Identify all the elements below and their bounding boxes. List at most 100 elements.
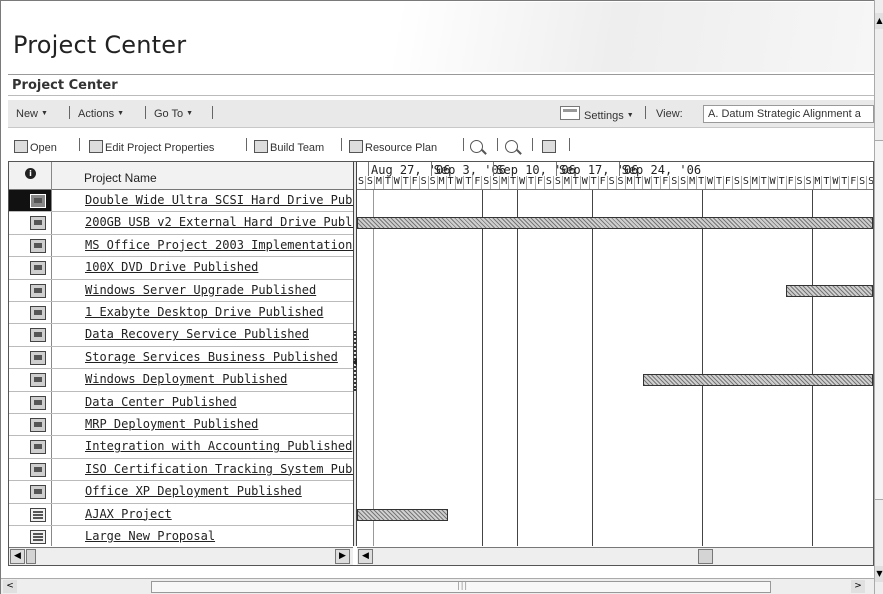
row-indicator-cell[interactable]: [9, 234, 52, 257]
goto-task-button[interactable]: [542, 140, 558, 154]
gantt-gridline: [592, 190, 593, 546]
gantt-horizontal-scrollbar[interactable]: ◀: [357, 547, 873, 565]
row-indicator-cell[interactable]: [9, 391, 52, 413]
scroll-left-icon[interactable]: ◀: [10, 549, 25, 564]
resource-plan-button[interactable]: Resource Plan: [349, 140, 437, 154]
day-label: T: [823, 176, 830, 187]
resource-plan-icon: [349, 140, 363, 153]
row-indicator-cell[interactable]: [9, 436, 52, 458]
day-label: M: [438, 176, 445, 187]
toolbar-divider: [532, 138, 533, 151]
row-indicator-cell[interactable]: [9, 302, 52, 324]
table-row[interactable]: Double Wide Ultra SCSI Hard Drive Publi: [9, 190, 353, 213]
project-name-link[interactable]: Integration with Accounting Published: [85, 439, 352, 453]
day-label: W: [519, 176, 526, 187]
left-scroll-thumb[interactable]: [26, 549, 36, 564]
scroll-left-icon[interactable]: ◀: [358, 549, 373, 564]
row-indicator-cell[interactable]: [9, 369, 52, 391]
open-button[interactable]: Open: [14, 140, 57, 154]
row-indicator-cell[interactable]: [9, 346, 52, 369]
row-indicator-cell[interactable]: [9, 414, 52, 436]
table-row[interactable]: 100X DVD Drive Published: [9, 257, 353, 280]
project-name-link[interactable]: Double Wide Ultra SCSI Hard Drive Publi: [85, 193, 353, 207]
project-name-link[interactable]: Windows Deployment Published: [85, 372, 287, 386]
table-row[interactable]: Windows Server Upgrade Published: [9, 279, 353, 302]
page-vertical-scrollbar[interactable]: ▲ ▼: [874, 0, 883, 594]
table-row[interactable]: Integration with Accounting Published: [9, 436, 353, 459]
table-row[interactable]: AJAX Project: [9, 503, 353, 526]
day-label: F: [599, 176, 606, 187]
page-hscroll-thumb[interactable]: |||: [151, 581, 771, 593]
project-name-link[interactable]: Windows Server Upgrade Published: [85, 283, 316, 297]
project-name-link[interactable]: MS Office Project 2003 Implementation P: [85, 238, 353, 252]
gantt-bar[interactable]: [643, 374, 873, 387]
proposal-icon: [30, 507, 46, 522]
day-label: T: [384, 176, 391, 187]
scroll-right-icon[interactable]: ▶: [335, 549, 350, 564]
project-name-link[interactable]: ISO Certification Tracking System Publis: [85, 462, 353, 476]
goto-menu[interactable]: Go To ▼: [154, 108, 193, 120]
project-name-link[interactable]: 100X DVD Drive Published: [85, 260, 258, 274]
project-name-link[interactable]: 1 Exabyte Desktop Drive Published: [85, 305, 323, 319]
row-indicator-cell[interactable]: [9, 212, 52, 234]
row-indicator-cell[interactable]: [9, 190, 52, 212]
table-row[interactable]: Windows Deployment Published: [9, 369, 353, 392]
view-select[interactable]: A. Datum Strategic Alignment a: [703, 105, 874, 123]
day-label: M: [375, 176, 382, 187]
toolbar-divider: [341, 138, 342, 151]
row-indicator-cell[interactable]: [9, 458, 52, 481]
gantt-bar[interactable]: [357, 508, 448, 521]
table-row[interactable]: Data Recovery Service Published: [9, 324, 353, 347]
zoom-out-button[interactable]: [505, 140, 520, 154]
row-indicator-cell[interactable]: [9, 324, 52, 346]
gantt-bar[interactable]: [357, 217, 873, 230]
scroll-down-icon[interactable]: ▼: [875, 566, 883, 582]
section-title-bar: Project Center: [8, 74, 874, 96]
new-menu[interactable]: New ▼: [16, 108, 48, 120]
table-row[interactable]: Storage Services Business Published: [9, 346, 353, 370]
edit-properties-button[interactable]: Edit Project Properties: [89, 140, 214, 154]
indicator-column-header[interactable]: i: [9, 162, 52, 190]
row-indicator-cell[interactable]: [9, 526, 52, 546]
table-row[interactable]: MRP Deployment Published: [9, 414, 353, 437]
page-horizontal-scrollbar[interactable]: < ||| >: [1, 578, 874, 594]
project-name-link[interactable]: Office XP Deployment Published: [85, 484, 302, 498]
day-label: T: [447, 176, 454, 187]
chevron-down-icon: ▼: [41, 110, 48, 117]
scroll-left-icon[interactable]: <: [3, 580, 17, 593]
scroll-up-icon[interactable]: ▲: [875, 13, 883, 29]
settings-icon[interactable]: [560, 106, 580, 120]
table-row[interactable]: Office XP Deployment Published: [9, 481, 353, 504]
project-name-link[interactable]: MRP Deployment Published: [85, 417, 258, 431]
project-published-icon: [30, 283, 46, 298]
row-indicator-cell[interactable]: [9, 257, 52, 279]
row-indicator-cell[interactable]: [9, 481, 52, 503]
table-row[interactable]: 1 Exabyte Desktop Drive Published: [9, 302, 353, 325]
gantt-scroll-thumb[interactable]: [698, 549, 713, 564]
day-label: T: [590, 176, 597, 187]
project-name-column-header[interactable]: Project Name: [84, 171, 157, 185]
project-name-link[interactable]: 200GB USB v2 External Hard Drive Publis: [85, 215, 353, 229]
project-name-link[interactable]: Large New Proposal: [85, 529, 215, 543]
gantt-bar[interactable]: [786, 284, 873, 297]
project-name-link[interactable]: AJAX Project: [85, 507, 172, 521]
zoom-in-button[interactable]: [470, 140, 485, 154]
settings-menu[interactable]: Settings ▼: [584, 110, 634, 122]
info-icon: i: [25, 168, 36, 179]
left-horizontal-scrollbar[interactable]: ◀ ▶: [9, 547, 353, 565]
scroll-right-icon[interactable]: >: [851, 580, 865, 593]
project-name-link[interactable]: Data Center Published: [85, 395, 237, 409]
table-row[interactable]: Large New Proposal: [9, 526, 353, 546]
day-label: T: [528, 176, 535, 187]
build-team-button[interactable]: Build Team: [254, 140, 324, 154]
row-indicator-cell[interactable]: [9, 279, 52, 301]
project-name-link[interactable]: Data Recovery Service Published: [85, 327, 309, 341]
page-scroll-thumb[interactable]: [875, 140, 883, 500]
row-indicator-cell[interactable]: [9, 503, 52, 525]
actions-menu[interactable]: Actions ▼: [78, 108, 124, 120]
table-row[interactable]: ISO Certification Tracking System Publis: [9, 458, 353, 482]
table-row[interactable]: Data Center Published: [9, 391, 353, 414]
table-row[interactable]: MS Office Project 2003 Implementation P: [9, 234, 353, 258]
project-name-link[interactable]: Storage Services Business Published: [85, 350, 338, 364]
table-row[interactable]: 200GB USB v2 External Hard Drive Publis: [9, 212, 353, 235]
